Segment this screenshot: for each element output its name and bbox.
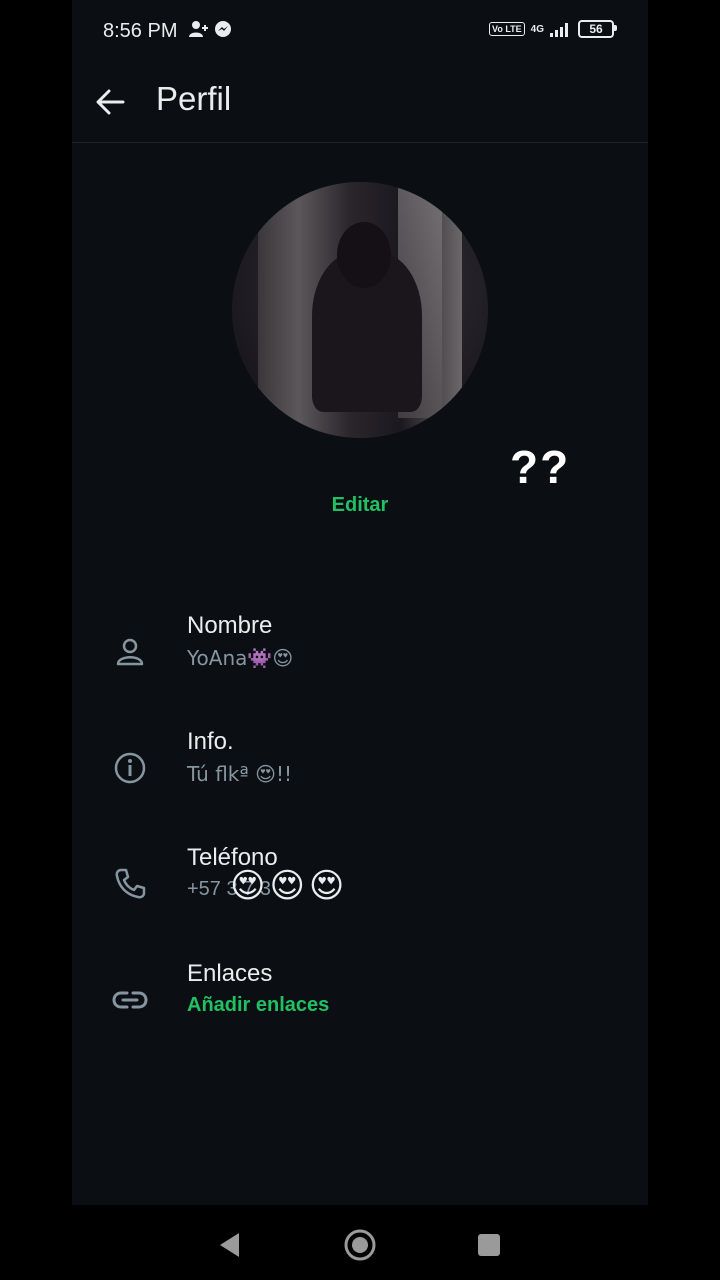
phone-icon (110, 864, 150, 904)
profile-photo[interactable] (232, 182, 488, 438)
overlay-question-marks: ?? (510, 441, 571, 493)
status-bar: 8:56 PM Vo LTE 4G 56 (72, 0, 648, 62)
name-label: Nombre (187, 612, 273, 639)
add-contact-icon (189, 21, 208, 37)
links-label: Enlaces (187, 960, 273, 987)
volte-indicator: Vo LTE (488, 22, 525, 36)
info-label: Info. (187, 728, 234, 755)
link-icon (110, 980, 150, 1020)
status-notification-icons (188, 20, 232, 38)
status-time: 8:56 PM (103, 20, 178, 42)
info-icon (110, 748, 150, 788)
phone-emoji-overlay: 😍😍😍 (230, 866, 349, 906)
nav-recents-button[interactable] (469, 1225, 509, 1265)
battery-indicator: 56 (578, 20, 617, 38)
status-system-icons: Vo LTE 4G 56 (488, 20, 617, 38)
network-type: 4G (530, 23, 544, 35)
page-title: Perfil (156, 80, 232, 117)
profile-screen: 8:56 PM Vo LTE 4G 56 Perfil ?? Editar No… (72, 0, 648, 1205)
info-row[interactable]: Info. Tú flkª 😍!! (72, 728, 648, 824)
signal-icon (550, 23, 568, 37)
photo-figure-head (337, 222, 391, 288)
messenger-icon (215, 21, 231, 37)
back-button[interactable] (88, 80, 132, 124)
nav-back-button[interactable] (210, 1225, 250, 1265)
triangle-back-icon (220, 1233, 239, 1257)
arrow-left-icon (96, 89, 125, 115)
name-row[interactable]: Nombre YoAna👾😍 (72, 612, 648, 708)
square-recents-icon (478, 1234, 500, 1256)
system-nav-bar (0, 1205, 720, 1280)
edit-photo-button[interactable]: Editar (72, 494, 648, 517)
nav-home-button[interactable] (340, 1225, 380, 1265)
links-row[interactable]: Enlaces Añadir enlaces (72, 960, 648, 1056)
add-links-button[interactable]: Añadir enlaces (187, 994, 329, 1017)
phone-row[interactable]: Teléfono +57 3 7 3 😍😍😍 (72, 844, 648, 940)
circle-home-icon (344, 1229, 376, 1261)
app-bar: Perfil (72, 62, 648, 143)
person-icon (110, 632, 150, 672)
info-value: Tú flkª 😍!! (187, 762, 293, 786)
name-value: YoAna👾😍 (187, 646, 294, 670)
